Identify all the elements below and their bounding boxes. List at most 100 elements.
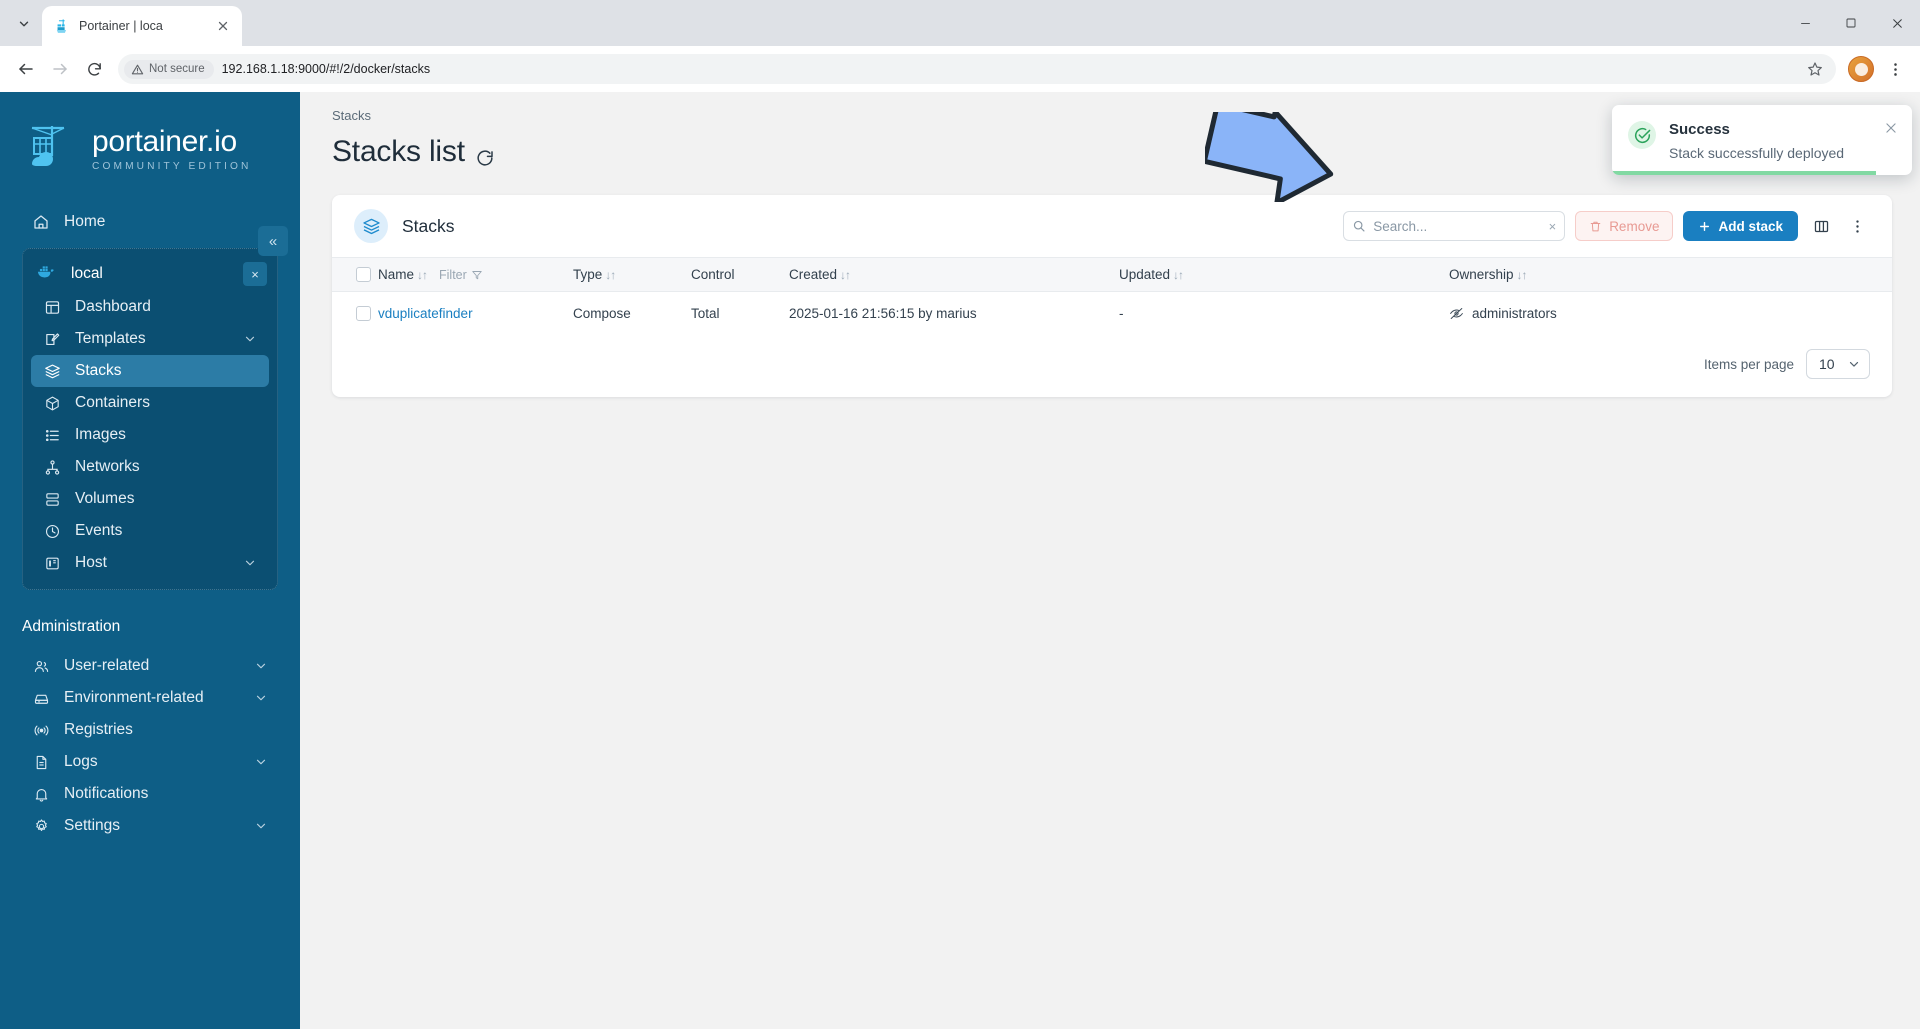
minimize-icon[interactable]: [1782, 0, 1828, 46]
sidebar-item-environment-related[interactable]: Environment-related: [20, 682, 280, 714]
column-header-created[interactable]: Created ↓↑: [789, 258, 1119, 292]
images-icon: [43, 426, 61, 444]
networks-icon: [43, 458, 61, 476]
sidebar-item-events[interactable]: Events: [31, 515, 269, 547]
column-label: Ownership: [1449, 267, 1514, 282]
sidebar-item-dashboard[interactable]: Dashboard: [31, 291, 269, 323]
profile-avatar[interactable]: [1848, 56, 1874, 82]
bell-icon: [32, 785, 50, 803]
reload-icon: [87, 62, 101, 76]
logs-icon: [32, 753, 50, 771]
sidebar-item-registries[interactable]: Registries: [20, 714, 280, 746]
sidebar-item-containers[interactable]: Containers: [31, 387, 269, 419]
logo-subtitle: COMMUNITY EDITION: [92, 160, 252, 172]
star-icon[interactable]: [1802, 56, 1828, 82]
row-select-cell: [332, 292, 378, 336]
sidebar-item-host[interactable]: Host: [31, 547, 269, 579]
add-stack-button[interactable]: Add stack: [1683, 211, 1798, 241]
row-checkbox[interactable]: [356, 306, 371, 321]
sidebar-item-settings[interactable]: Settings: [20, 810, 280, 842]
environment-icon: [32, 689, 50, 707]
close-tab-icon[interactable]: [214, 17, 232, 35]
administration-section-title: Administration: [22, 618, 121, 635]
stack-name-link[interactable]: vduplicatefinder: [378, 306, 473, 321]
back-button[interactable]: [10, 53, 42, 85]
reload-button[interactable]: [78, 53, 110, 85]
environment-header[interactable]: local ×: [23, 257, 277, 291]
sort-icon[interactable]: ↓↑: [1517, 268, 1528, 282]
stack-type-cell: Compose: [573, 306, 631, 321]
filter-control[interactable]: Filter: [439, 268, 483, 282]
sidebar-item-label: Host: [75, 554, 107, 571]
sidebar-item-user-related[interactable]: User-related: [20, 650, 280, 682]
ownership-label: administrators: [1472, 306, 1557, 321]
sort-icon[interactable]: ↓↑: [417, 268, 428, 282]
address-bar[interactable]: Not secure 192.168.1.18:9000/#!/2/docker…: [118, 54, 1836, 84]
stack-updated-cell: -: [1119, 306, 1124, 321]
environment-close-icon[interactable]: ×: [243, 262, 267, 286]
tab-title: Portainer | loca: [79, 19, 163, 33]
sort-icon[interactable]: ↓↑: [840, 268, 851, 282]
portainer-logo[interactable]: portainer.io COMMUNITY EDITION: [0, 94, 300, 176]
sidebar-item-templates[interactable]: Templates: [31, 323, 269, 355]
column-header-name[interactable]: Name ↓↑ Filter: [378, 258, 573, 292]
sort-icon[interactable]: ↓↑: [1173, 268, 1184, 282]
chevron-down-icon: [243, 556, 257, 570]
stacks-table: Name ↓↑ Filter Type ↓↑ Control Created ↓…: [332, 257, 1892, 335]
browser-window: Portainer | loca Not secure 192.168.1.18…: [0, 0, 1920, 1029]
search-input[interactable]: ×: [1343, 211, 1566, 241]
sidebar-item-label: Volumes: [75, 490, 135, 507]
table-row[interactable]: vduplicatefinder Compose Total 2025-01-1…: [332, 292, 1892, 336]
sort-icon[interactable]: ↓↑: [605, 268, 616, 282]
chevron-down-icon: [254, 691, 268, 705]
sidebar-item-home[interactable]: Home: [20, 206, 280, 238]
sidebar-item-label: Images: [75, 426, 126, 443]
sidebar-item-networks[interactable]: Networks: [31, 451, 269, 483]
environment-name: local: [71, 265, 103, 282]
remove-button[interactable]: Remove: [1575, 211, 1674, 241]
window-close-icon[interactable]: [1874, 0, 1920, 46]
refresh-icon[interactable]: [475, 142, 495, 166]
search-field[interactable]: [1373, 218, 1542, 234]
window-controls: [1782, 0, 1920, 46]
chevron-down-icon: [254, 659, 268, 673]
select-all-checkbox[interactable]: [356, 267, 371, 282]
chevron-down-icon: [19, 21, 29, 27]
main-content: Stacks Stacks list Stacks Search... × Re…: [300, 92, 1920, 1029]
table-header-row: Name ↓↑ Filter Type ↓↑ Control Created ↓…: [332, 257, 1892, 292]
registries-icon: [32, 721, 50, 739]
toast-close-icon[interactable]: [1880, 121, 1898, 161]
security-badge[interactable]: Not secure: [124, 59, 214, 79]
plus-icon: [1700, 221, 1710, 231]
column-header-updated[interactable]: Updated ↓↑: [1119, 258, 1449, 292]
items-per-page-select[interactable]: 10: [1806, 349, 1870, 379]
templates-icon: [43, 330, 61, 348]
warning-triangle-icon: [131, 64, 144, 74]
browser-tab[interactable]: Portainer | loca: [42, 6, 242, 46]
browser-menu-button[interactable]: [1880, 54, 1910, 84]
clear-search-icon[interactable]: ×: [1549, 220, 1557, 233]
select-all-header: [332, 258, 378, 292]
sidebar-item-label: Templates: [75, 330, 146, 347]
back-arrow-icon: [19, 63, 33, 75]
tab-search-button[interactable]: [6, 7, 42, 41]
sidebar-item-stacks[interactable]: Stacks: [31, 355, 269, 387]
columns-layout-icon[interactable]: [1808, 213, 1834, 239]
sidebar-item-notifications[interactable]: Notifications: [20, 778, 280, 810]
column-header-control: Control: [691, 258, 789, 292]
sidebar-item-label: Registries: [64, 721, 133, 738]
portainer-favicon: [54, 18, 71, 35]
maximize-icon[interactable]: [1828, 0, 1874, 46]
card-title: Stacks: [402, 215, 455, 236]
sidebar-item-logs[interactable]: Logs: [20, 746, 280, 778]
column-header-ownership[interactable]: Ownership ↓↑: [1449, 258, 1892, 292]
column-header-type[interactable]: Type ↓↑: [573, 258, 691, 292]
forward-button[interactable]: [44, 53, 76, 85]
url-text: 192.168.1.18:9000/#!/2/docker/stacks: [221, 62, 431, 76]
volumes-icon: [43, 490, 61, 508]
sidebar-item-volumes[interactable]: Volumes: [31, 483, 269, 515]
events-clock-icon: [43, 522, 61, 540]
table-menu-icon[interactable]: [1844, 213, 1870, 239]
sidebar-item-images[interactable]: Images: [31, 419, 269, 451]
column-label: Type: [573, 267, 603, 282]
